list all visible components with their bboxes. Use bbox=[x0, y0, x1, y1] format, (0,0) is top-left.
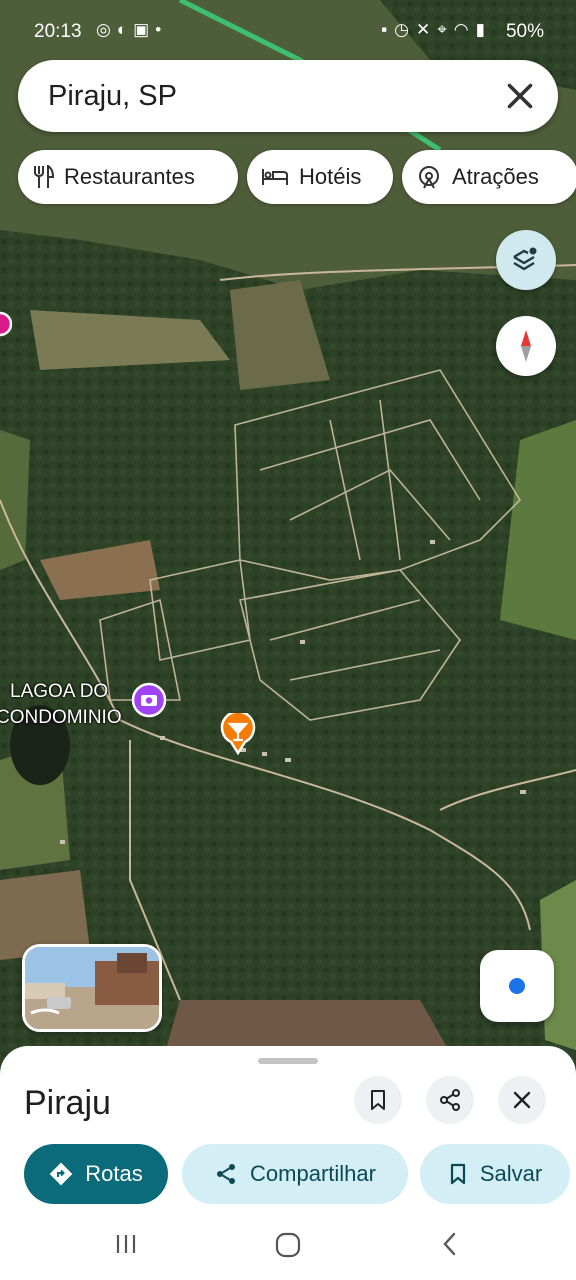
search-bar[interactable]: Piraju, SP bbox=[18, 60, 558, 132]
mute-icon: ✕ bbox=[415, 20, 438, 39]
back-icon bbox=[443, 1232, 456, 1256]
share-icon-button[interactable] bbox=[426, 1076, 474, 1124]
layers-icon bbox=[513, 247, 537, 271]
alarm-icon: ◷ bbox=[394, 20, 416, 39]
place-label-lagoa[interactable]: LAGOA DO CONDOMINIO bbox=[0, 679, 130, 731]
layers-button[interactable] bbox=[496, 230, 556, 290]
close-icon bbox=[513, 1091, 531, 1109]
signal-icon: ▮ bbox=[475, 20, 492, 39]
save-button[interactable]: Salvar bbox=[420, 1144, 570, 1204]
chip-restaurantes[interactable]: Restaurantes bbox=[18, 150, 238, 204]
search-query[interactable]: Piraju, SP bbox=[48, 80, 177, 113]
share-label: Compartilhar bbox=[250, 1161, 376, 1186]
instagram-icon: ◎ bbox=[96, 20, 117, 39]
gallery-icon: ▣ bbox=[133, 20, 156, 39]
status-bar: 20:13 ◎◐▣• ▪◷✕⌖◠▮ 50% bbox=[0, 0, 576, 62]
place-label-line2: CONDOMINIO bbox=[0, 707, 122, 728]
ferris-wheel-icon bbox=[419, 166, 439, 189]
sheet-drag-handle[interactable] bbox=[258, 1058, 318, 1064]
chip-label: Hotéis bbox=[299, 164, 362, 189]
half-moon-icon: ◐ bbox=[116, 20, 134, 39]
share-icon bbox=[440, 1089, 460, 1111]
my-location-button[interactable] bbox=[480, 950, 554, 1022]
directions-button[interactable]: Rotas bbox=[24, 1144, 168, 1204]
back-button[interactable] bbox=[440, 1232, 460, 1261]
bookmark-icon bbox=[450, 1163, 465, 1185]
status-time: 20:13 bbox=[34, 21, 82, 42]
fork-knife-icon bbox=[34, 165, 54, 188]
wifi-icon: ◠ bbox=[453, 20, 476, 39]
chip-hoteis[interactable]: Hotéis bbox=[247, 150, 393, 204]
compass-button[interactable] bbox=[496, 316, 556, 376]
bookmark-icon bbox=[371, 1090, 385, 1110]
chip-label: Restaurantes bbox=[64, 164, 195, 189]
compass-icon bbox=[521, 330, 531, 362]
clear-search-icon[interactable] bbox=[502, 78, 538, 114]
directions-icon bbox=[49, 1162, 73, 1186]
edge-pin-icon[interactable] bbox=[0, 308, 12, 340]
dot-icon: • bbox=[155, 20, 168, 39]
cocktail-pin-icon[interactable] bbox=[219, 713, 257, 755]
share-button[interactable]: Compartilhar bbox=[182, 1144, 408, 1204]
bookmark-button[interactable] bbox=[354, 1076, 402, 1124]
bed-icon bbox=[262, 169, 288, 185]
location-icon: ⌖ bbox=[437, 20, 454, 39]
battery-level: 50% bbox=[505, 21, 544, 42]
street-view-image bbox=[25, 947, 159, 1029]
my-location-dot-icon bbox=[509, 978, 525, 994]
place-label-line1: LAGOA DO bbox=[10, 681, 109, 702]
place-title: Piraju bbox=[24, 1084, 111, 1122]
lock-icon: ▪ bbox=[381, 20, 395, 39]
share-icon bbox=[217, 1164, 236, 1184]
recent-apps-icon bbox=[116, 1235, 136, 1253]
street-view-thumbnail[interactable] bbox=[22, 944, 162, 1032]
close-sheet-button[interactable] bbox=[498, 1076, 546, 1124]
home-icon bbox=[275, 1232, 301, 1258]
home-button[interactable] bbox=[275, 1232, 301, 1263]
camera-pin-icon[interactable] bbox=[130, 682, 168, 722]
directions-label: Rotas bbox=[85, 1161, 143, 1186]
system-navigation-bar bbox=[0, 1210, 576, 1280]
save-label: Salvar bbox=[479, 1161, 543, 1186]
chip-atracoes[interactable]: Atrações bbox=[402, 150, 576, 204]
status-left-icons: ◎◐▣• bbox=[96, 20, 167, 40]
chip-label: Atrações bbox=[452, 164, 539, 189]
status-right-icons: ▪◷✕⌖◠▮ bbox=[381, 20, 492, 40]
recent-apps-button[interactable] bbox=[114, 1232, 138, 1261]
